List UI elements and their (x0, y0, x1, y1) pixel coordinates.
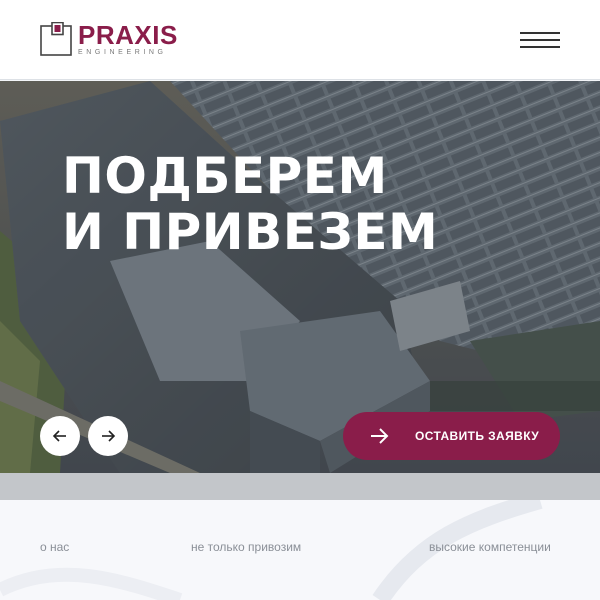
arrow-left-icon (52, 430, 66, 442)
section-nav: о нас не только привозим высокие компете… (0, 500, 600, 600)
slider-prev-button[interactable] (40, 416, 80, 456)
arrow-right-icon (371, 428, 389, 444)
header: PRAXIS ENGINEERING (0, 0, 600, 80)
hero-title-line-1: ПОДБЕРЕМ (62, 147, 388, 205)
leave-request-label: ОСТАВИТЬ ЗАЯВКУ (415, 429, 540, 443)
arrow-right-icon (102, 430, 116, 442)
leave-request-button[interactable]: ОСТАВИТЬ ЗАЯВКУ (343, 412, 560, 460)
slider-next-button[interactable] (88, 416, 128, 456)
hamburger-icon[interactable] (520, 30, 560, 50)
nav-link-not-only-delivery[interactable]: не только привозим (191, 540, 301, 554)
logo[interactable]: PRAXIS ENGINEERING (40, 20, 178, 57)
logo-name: PRAXIS (78, 20, 178, 50)
logo-mark-icon (40, 21, 72, 56)
logo-subtitle: ENGINEERING (78, 49, 167, 56)
nav-link-about[interactable]: о нас (40, 540, 69, 554)
nav-link-competence[interactable]: высокие компетенции (429, 540, 551, 554)
hero-title: ПОДБЕРЕМ И ПРИВЕЗЕМ (62, 148, 438, 260)
hero-title-line-2: И ПРИВЕЗЕМ (62, 203, 439, 261)
hero-bottom-strip (0, 473, 600, 500)
